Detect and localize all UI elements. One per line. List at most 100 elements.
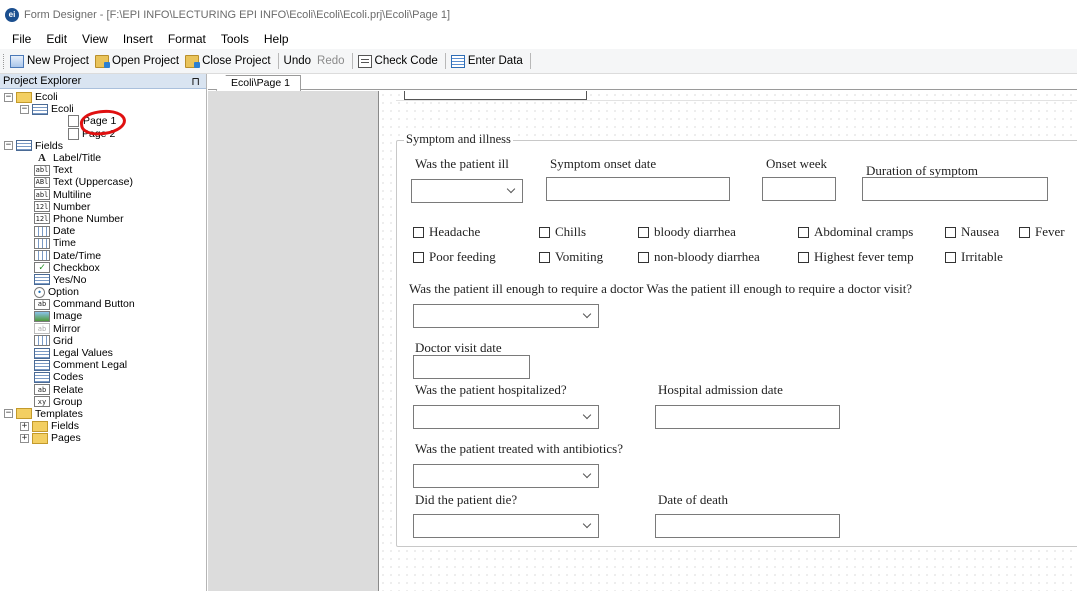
chevron-down-icon <box>506 184 516 194</box>
tab-page-1[interactable]: Ecoli\Page 1 <box>216 75 301 91</box>
checkbox-square[interactable] <box>638 226 649 238</box>
new-project-button[interactable]: New Project <box>10 54 89 68</box>
menu-bar: File Edit View Insert Format Tools Help <box>0 29 1077 49</box>
tree-label: Multiline <box>53 188 92 201</box>
tree-item-field-type[interactable]: xy Group <box>0 396 206 408</box>
onset-date-field[interactable] <box>546 177 730 201</box>
tree-item-field-type[interactable]: ab Command Button <box>0 298 206 310</box>
menu-view[interactable]: View <box>82 32 108 46</box>
checkbox-square[interactable] <box>638 251 649 263</box>
doctor-visit-date-field[interactable] <box>413 355 530 379</box>
expand-toggle[interactable]: + <box>20 433 29 443</box>
tree-item-field-type[interactable]: ✓ Checkbox <box>0 262 206 274</box>
checkbox-square[interactable] <box>539 251 550 263</box>
page-icon <box>68 127 79 140</box>
explorer-header: Project Explorer ⊓ <box>0 74 206 89</box>
tree-item-field-type[interactable]: abl Text <box>0 164 206 176</box>
menu-edit[interactable]: Edit <box>46 32 67 46</box>
tree-item-page-2[interactable]: Page 2 <box>0 127 206 140</box>
undo-button[interactable]: Undo <box>284 55 312 67</box>
tree-item-field-type[interactable]: Time <box>0 237 206 249</box>
onset-week-field[interactable] <box>762 177 836 201</box>
antibiotics-select[interactable] <box>413 464 599 488</box>
field-type-icon: 12l <box>34 201 50 213</box>
tree-item-page-1[interactable]: Page 1 <box>0 115 206 128</box>
checkbox-square[interactable] <box>413 251 424 263</box>
checkbox-square[interactable] <box>798 226 809 238</box>
poor-feeding-checkbox[interactable]: Poor feeding <box>413 249 496 265</box>
vomiting-checkbox[interactable]: Vomiting <box>539 249 603 265</box>
field-type-icon: ab <box>34 323 50 335</box>
toolbar-separator <box>444 53 446 69</box>
open-project-button[interactable]: Open Project <box>95 54 179 68</box>
collapse-toggle[interactable]: − <box>20 104 29 114</box>
collapse-toggle[interactable]: − <box>4 92 13 102</box>
tree-item-field-type[interactable]: Legal Values <box>0 347 206 359</box>
enter-data-button[interactable]: Enter Data <box>450 54 523 68</box>
tree-item-field-type[interactable]: Date/Time <box>0 249 206 262</box>
tree-item-view[interactable]: − Ecoli <box>0 103 206 115</box>
doctor-visit-select[interactable] <box>413 304 599 328</box>
check-code-button[interactable]: Check Code <box>357 54 438 68</box>
tree-item-field-type[interactable]: ab Relate <box>0 384 206 396</box>
fever-checkbox[interactable]: Fever <box>1019 224 1065 240</box>
enter-data-label: Enter Data <box>467 55 523 67</box>
checkbox-square[interactable] <box>945 226 956 238</box>
tree-item-field-type[interactable]: abl Multiline <box>0 189 206 201</box>
check-code-icon <box>357 54 372 68</box>
tree-item-field-type[interactable]: • Option <box>0 286 206 298</box>
expand-toggle[interactable]: + <box>20 421 29 431</box>
hospitalized-select[interactable] <box>413 405 599 429</box>
tree-item-template-pages[interactable]: + Pages <box>0 432 206 444</box>
tree-item-field-type[interactable]: Comment Legal <box>0 359 206 371</box>
menu-insert[interactable]: Insert <box>123 32 153 46</box>
tree-item-project[interactable]: − Ecoli <box>0 91 206 103</box>
collapse-toggle[interactable]: − <box>4 409 13 419</box>
tree-item-field-type[interactable]: ab Mirror <box>0 323 206 335</box>
checkbox-square[interactable] <box>539 226 550 238</box>
tree-item-field-type[interactable]: Grid <box>0 335 206 347</box>
pin-icon[interactable]: ⊓ <box>191 75 200 88</box>
non-bloody-diarrhea-checkbox[interactable]: non-bloody diarrhea <box>638 249 760 265</box>
checkbox-square[interactable] <box>798 251 809 263</box>
headache-checkbox[interactable]: Headache <box>413 224 480 240</box>
abdominal-cramps-checkbox[interactable]: Abdominal cramps <box>798 224 913 240</box>
tree-item-field-type[interactable]: Codes <box>0 371 206 383</box>
field-type-icon: abl <box>34 164 50 176</box>
checkbox-label: Poor feeding <box>429 249 496 264</box>
nausea-checkbox[interactable]: Nausea <box>945 224 999 240</box>
redo-button[interactable]: Redo <box>317 55 345 67</box>
death-date-field[interactable] <box>655 514 840 538</box>
checkbox-square[interactable] <box>413 226 424 238</box>
project-explorer-panel: Project Explorer ⊓ − Ecoli − Ecoli Page … <box>0 74 207 591</box>
tree-item-field-type[interactable]: 12l Phone Number <box>0 213 206 225</box>
menu-tools[interactable]: Tools <box>221 32 249 46</box>
chills-checkbox[interactable]: Chills <box>539 224 586 240</box>
checkbox-square[interactable] <box>945 251 956 263</box>
died-select[interactable] <box>413 514 599 538</box>
tree-item-field-type[interactable]: ABl Text (Uppercase) <box>0 176 206 188</box>
tree-item-field-type[interactable]: 12l Number <box>0 201 206 213</box>
menu-file[interactable]: File <box>12 32 31 46</box>
close-project-button[interactable]: Close Project <box>185 54 271 68</box>
menu-format[interactable]: Format <box>168 32 206 46</box>
tree-item-fields[interactable]: − Fields <box>0 140 206 152</box>
admission-date-field[interactable] <box>655 405 840 429</box>
bloody-diarrhea-checkbox[interactable]: bloody diarrhea <box>638 224 736 240</box>
tree-label: Relate <box>53 383 84 396</box>
duration-field[interactable] <box>862 177 1048 201</box>
menu-help[interactable]: Help <box>264 32 289 46</box>
tree-item-templates[interactable]: − Templates <box>0 408 206 420</box>
tree-item-field-type[interactable]: Date <box>0 225 206 237</box>
collapse-toggle[interactable]: − <box>4 141 13 151</box>
tree-item-template-fields[interactable]: + Fields <box>0 420 206 432</box>
irritable-checkbox[interactable]: Irritable <box>945 249 1003 265</box>
tree-item-field-type[interactable]: Yes/No <box>0 274 206 286</box>
tree-item-field-type[interactable]: A Label/Title <box>0 152 206 164</box>
highest-fever-temp-checkbox[interactable]: Highest fever temp <box>798 249 914 265</box>
partial-field-above[interactable] <box>404 91 587 100</box>
was-ill-select[interactable] <box>411 179 523 203</box>
checkbox-square[interactable] <box>1019 226 1030 238</box>
toolbar-grip[interactable] <box>3 53 6 69</box>
tree-item-field-type[interactable]: Image <box>0 310 206 322</box>
